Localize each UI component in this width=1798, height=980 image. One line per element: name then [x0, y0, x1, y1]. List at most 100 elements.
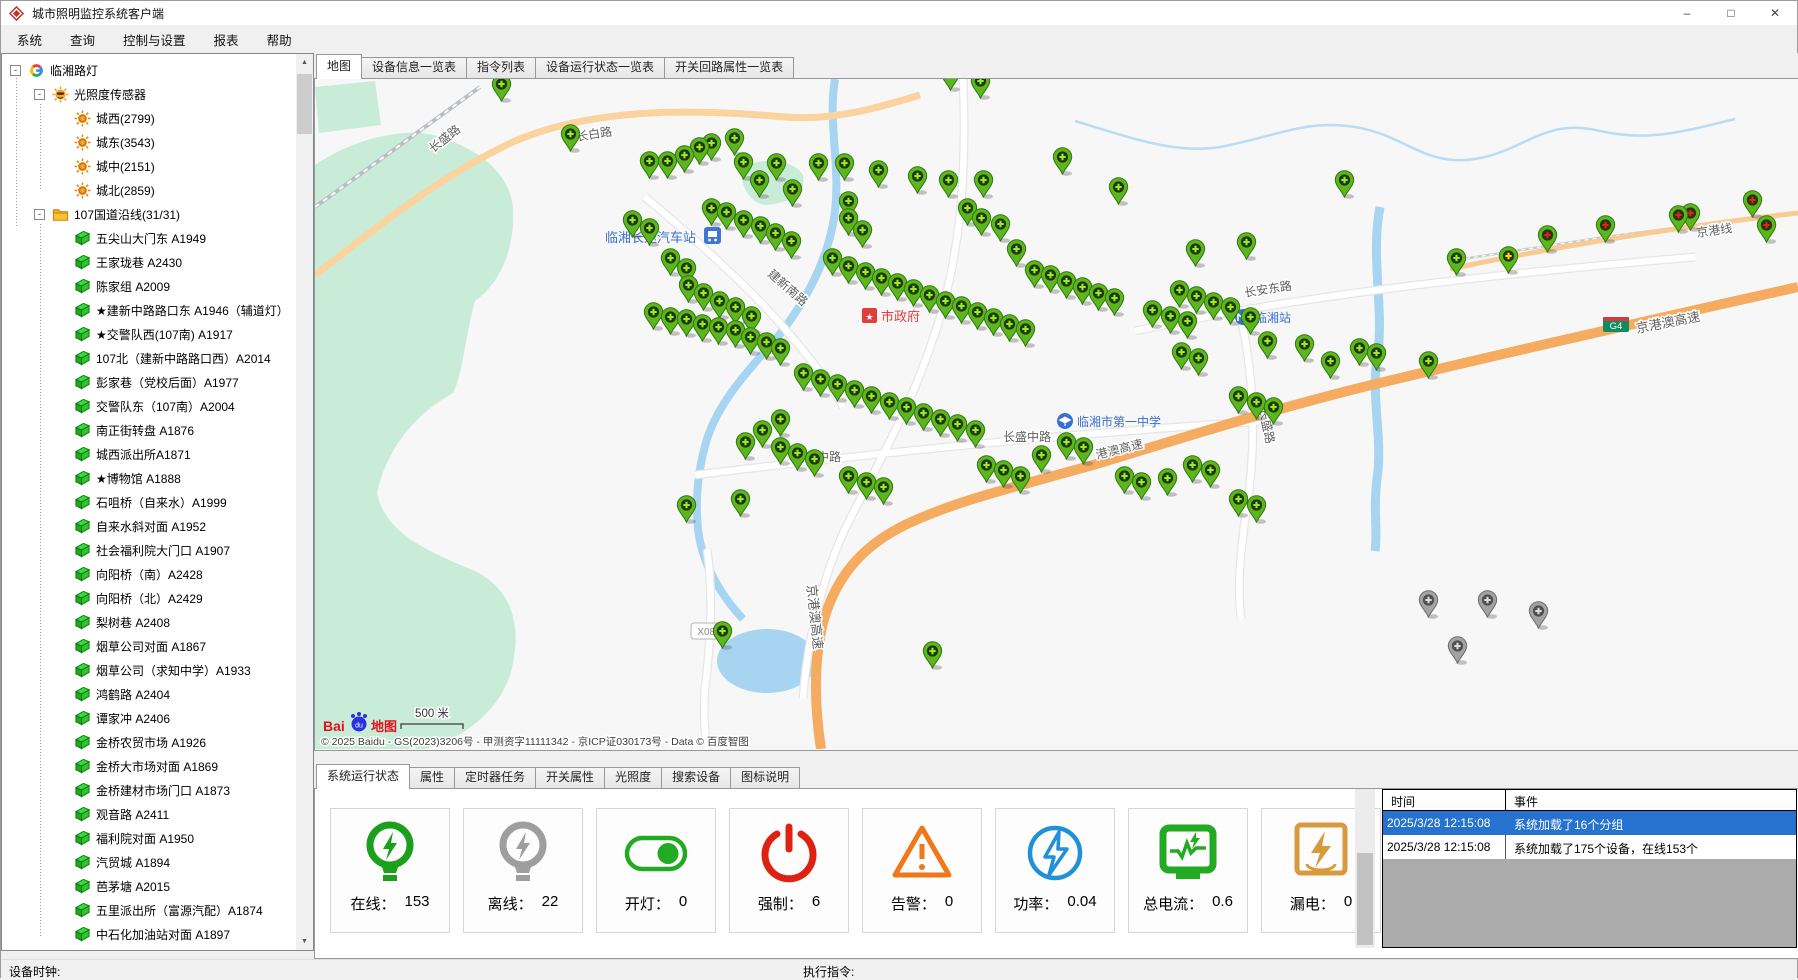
tree-expander[interactable]: - — [34, 89, 45, 100]
tree-item[interactable]: 烟草公司对面 A1867 — [2, 634, 296, 658]
map-marker[interactable] — [852, 220, 873, 249]
event-log-row[interactable]: 2025/3/28 12:15:08系统加载了175个设备，在线153个 — [1383, 835, 1796, 859]
poi-government[interactable]: ★ 市政府 — [862, 308, 920, 324]
map-marker[interactable] — [1131, 472, 1152, 501]
map-marker[interactable] — [1185, 239, 1206, 268]
close-button[interactable]: ✕ — [1753, 1, 1797, 25]
map-marker[interactable] — [781, 231, 802, 260]
map-marker[interactable] — [1320, 351, 1341, 380]
map-marker[interactable] — [970, 79, 991, 100]
map-marker[interactable] — [560, 124, 581, 153]
tree-item[interactable]: 中石化加油站对面 A1897 — [2, 922, 296, 946]
tree-item[interactable]: 向阳桥（南）A2428 — [2, 562, 296, 586]
tree-item[interactable]: 自来水斜对面 A1952 — [2, 514, 296, 538]
map-marker[interactable] — [1595, 215, 1616, 244]
tree-item[interactable]: 鸿鹤路 A2404 — [2, 682, 296, 706]
tree-item[interactable]: -107国道沿线(31/31) — [2, 202, 296, 226]
map-view[interactable]: 长盛路 长白路 建新南路 长盛中路 长盛中路 港澳高速 长安东路 长盛路 京港线… — [314, 79, 1798, 751]
menu-item[interactable]: 系统 — [3, 26, 56, 53]
scroll-down-icon[interactable]: ▼ — [296, 933, 313, 950]
map-marker[interactable] — [1498, 246, 1519, 275]
map-marker[interactable] — [782, 179, 803, 208]
map-marker[interactable] — [639, 218, 660, 247]
tree-item[interactable]: -光照度传感器 — [2, 82, 296, 106]
tab[interactable]: 开关属性 — [535, 767, 605, 788]
map-marker[interactable] — [1010, 466, 1031, 495]
map-marker[interactable] — [808, 153, 829, 182]
map-marker[interactable] — [1257, 331, 1278, 360]
tree-item[interactable]: ★交警队西(107南) A1917 — [2, 322, 296, 346]
map-marker[interactable] — [922, 641, 943, 670]
map-marker[interactable] — [1447, 636, 1468, 665]
tree-item[interactable]: 王家珑巷 A2430 — [2, 250, 296, 274]
map-marker[interactable] — [1418, 590, 1439, 619]
map-marker[interactable] — [965, 420, 986, 449]
map-marker[interactable] — [1294, 334, 1315, 363]
menu-item[interactable]: 帮助 — [253, 26, 306, 53]
tree-item[interactable]: 107北（建新中路路口西）A2014 — [2, 346, 296, 370]
map-marker[interactable] — [1073, 437, 1094, 466]
map-marker[interactable] — [1334, 170, 1355, 199]
map-marker[interactable] — [973, 170, 994, 199]
map-marker[interactable] — [1177, 311, 1198, 340]
map-marker[interactable] — [770, 409, 791, 438]
map-marker[interactable] — [1446, 248, 1467, 277]
map-marker[interactable] — [868, 160, 889, 189]
menu-item[interactable]: 查询 — [56, 26, 109, 53]
map-marker[interactable] — [1246, 495, 1267, 524]
map-marker[interactable] — [730, 489, 751, 518]
tab[interactable]: 定时器任务 — [454, 767, 536, 788]
tree-item[interactable]: 金桥大市场对面 A1869 — [2, 754, 296, 778]
map-marker[interactable] — [1220, 297, 1241, 326]
map-marker[interactable] — [770, 338, 791, 367]
map-marker[interactable] — [676, 495, 697, 524]
map-marker[interactable] — [1157, 468, 1178, 497]
map-marker[interactable] — [1188, 348, 1209, 377]
map-marker[interactable] — [1015, 319, 1036, 348]
tab[interactable]: 指令列表 — [466, 57, 536, 78]
tree-item[interactable] — [2, 946, 296, 950]
tab[interactable]: 图标说明 — [730, 767, 800, 788]
map-marker[interactable] — [938, 170, 959, 199]
panel-scrollbar[interactable] — [1355, 789, 1375, 948]
minimize-button[interactable]: – — [1665, 1, 1709, 25]
tree-item[interactable]: 五里派出所（富源汽配）A1874 — [2, 898, 296, 922]
map-marker[interactable] — [712, 621, 733, 650]
tab[interactable]: 设备运行状态一览表 — [535, 57, 665, 78]
menu-item[interactable]: 报表 — [200, 26, 253, 53]
tree-item[interactable]: 社会福利院大门口 A1907 — [2, 538, 296, 562]
tab[interactable]: 开关回路属性一览表 — [664, 57, 794, 78]
map-marker[interactable] — [1236, 232, 1257, 261]
map-marker[interactable] — [971, 208, 992, 237]
scroll-up-icon[interactable]: ▲ — [296, 54, 313, 71]
tree-item[interactable]: 谭家冲 A2406 — [2, 706, 296, 730]
tree-expander[interactable]: - — [34, 209, 45, 220]
maximize-button[interactable]: □ — [1709, 1, 1753, 25]
map-marker[interactable] — [749, 170, 770, 199]
map-marker[interactable] — [1263, 397, 1284, 426]
tree-item[interactable]: 汽贸城 A1894 — [2, 850, 296, 874]
tree-item[interactable]: 金桥建材市场门口 A1873 — [2, 778, 296, 802]
event-log-row[interactable]: 2025/3/28 12:15:08系统加载了16个分组 — [1383, 811, 1796, 835]
tree-item[interactable]: 金桥农贸市场 A1926 — [2, 730, 296, 754]
map-marker[interactable] — [1031, 445, 1052, 474]
map-marker[interactable] — [1052, 147, 1073, 176]
tree-item[interactable]: 彭家巷（党校后面）A1977 — [2, 370, 296, 394]
map-marker[interactable] — [804, 449, 825, 478]
map-marker[interactable] — [1477, 590, 1498, 619]
tree-item[interactable]: ★建新中路路口东 A1946（辅道灯） — [2, 298, 296, 322]
tree-item[interactable]: 陈家组 A2009 — [2, 274, 296, 298]
map-marker[interactable] — [1104, 288, 1125, 317]
tree-item[interactable]: ★博物馆 A1888 — [2, 466, 296, 490]
menu-item[interactable]: 控制与设置 — [109, 26, 200, 53]
map-marker[interactable] — [735, 432, 756, 461]
tree-expander[interactable]: - — [10, 65, 21, 76]
tab[interactable]: 属性 — [409, 767, 455, 788]
tree-item[interactable]: 烟草公司（求知中学）A1933 — [2, 658, 296, 682]
tree-item[interactable]: 交警队东（107南）A2004 — [2, 394, 296, 418]
map-marker[interactable] — [1537, 225, 1558, 254]
map-marker[interactable] — [491, 79, 512, 103]
map-marker[interactable] — [1756, 215, 1777, 244]
map-canvas[interactable]: 长盛路 长白路 建新南路 长盛中路 长盛中路 港澳高速 长安东路 长盛路 京港线… — [315, 79, 1798, 749]
tree-item[interactable]: 城东(3543) — [2, 130, 296, 154]
